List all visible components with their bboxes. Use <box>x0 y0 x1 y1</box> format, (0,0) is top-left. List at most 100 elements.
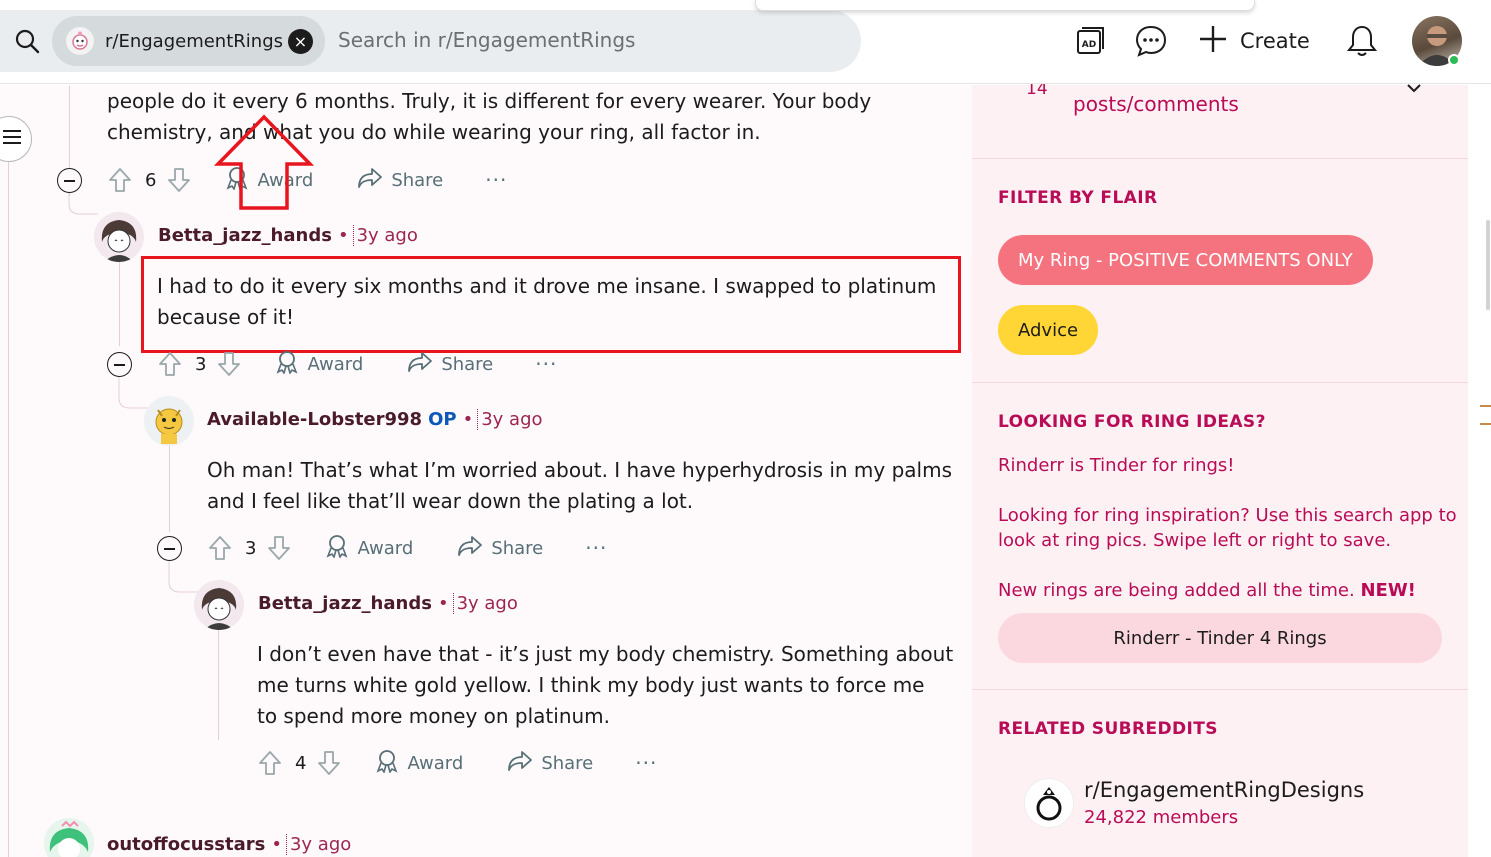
more-options-icon[interactable]: ··· <box>535 352 557 376</box>
new-badge: NEW! <box>1360 580 1416 601</box>
comment-text-line: I had to do it every six months and it d… <box>157 274 937 298</box>
separator-dot: • <box>462 409 474 430</box>
subreddit-search-chip[interactable]: r/EngagementRings × <box>52 16 325 66</box>
award-icon <box>325 534 349 563</box>
flair-label: My Ring - POSITIVE COMMENTS ONLY <box>1018 249 1353 271</box>
avatar[interactable] <box>194 580 244 630</box>
ring-icon[interactable] <box>1024 778 1074 828</box>
chip-close-icon[interactable]: × <box>288 29 313 54</box>
downvote-icon[interactable] <box>216 351 242 377</box>
thread-connector <box>168 560 198 593</box>
search-icon[interactable] <box>14 28 40 54</box>
timestamp[interactable]: 3y ago <box>285 834 351 855</box>
create-button[interactable]: Create <box>1198 22 1310 60</box>
link-text: New rings are being added all the time. <box>998 580 1355 601</box>
search-bar[interactable]: r/EngagementRings × Search in r/Engageme… <box>0 10 861 72</box>
avatar[interactable] <box>144 396 194 446</box>
downvote-icon[interactable] <box>266 535 292 561</box>
more-options-icon[interactable]: ··· <box>635 751 657 775</box>
downvote-icon[interactable] <box>166 167 192 193</box>
comment-body: I don’t even have that - it’s just my bo… <box>257 639 953 732</box>
related-subreddit-name[interactable]: r/EngagementRingDesigns <box>1084 778 1364 802</box>
share-icon <box>407 351 433 378</box>
advertise-icon[interactable]: AD <box>1073 24 1107 58</box>
edge-marker <box>1480 405 1491 425</box>
comment-meta: Available-Lobster998 OP • 3y ago <box>207 409 543 430</box>
page-scrollbar[interactable] <box>1468 85 1491 857</box>
thread-line <box>119 262 120 346</box>
search-input[interactable]: Search in r/EngagementRings <box>338 28 635 52</box>
scrollbar-thumb[interactable] <box>1486 220 1490 310</box>
collapse-thread-button[interactable] <box>157 536 182 561</box>
username[interactable]: Available-Lobster998 <box>207 409 422 430</box>
rinderr-button[interactable]: Rinderr - Tinder 4 Rings <box>998 613 1442 663</box>
collapse-thread-button[interactable] <box>107 352 132 377</box>
username[interactable]: Betta_jazz_hands <box>258 593 432 614</box>
comment-action-row: 3 Award Share ··· <box>207 533 607 563</box>
related-subreddit-members: 24,822 members <box>1084 807 1239 828</box>
thread-line <box>8 160 9 857</box>
upvote-icon[interactable] <box>257 750 283 776</box>
related-heading: RELATED SUBREDDITS <box>998 719 1218 739</box>
flair-positive-comments[interactable]: My Ring - POSITIVE COMMENTS ONLY <box>998 235 1373 285</box>
comment-action-row: 3 Award Share ··· <box>157 349 557 379</box>
thread-line <box>218 630 219 740</box>
more-options-icon[interactable]: ··· <box>485 168 507 192</box>
award-label: Award <box>407 752 464 774</box>
upvote-icon[interactable] <box>207 535 233 561</box>
timestamp[interactable]: 3y ago <box>352 225 418 246</box>
timestamp[interactable]: 3y ago <box>477 409 543 430</box>
separator-dot: • <box>271 834 282 855</box>
share-button[interactable]: Share <box>457 535 543 562</box>
timestamp[interactable]: 3y ago <box>452 593 518 614</box>
comment-text-line: I don’t even have that - it’s just my bo… <box>257 642 954 666</box>
menu-icon <box>3 129 21 149</box>
upvote-icon[interactable] <box>157 351 183 377</box>
ring-inspiration-link[interactable]: Looking for ring inspiration? Use this s… <box>998 503 1457 553</box>
chip-label: r/EngagementRings <box>105 30 283 52</box>
comment-text-line: me turns white gold yellow. I think my b… <box>257 673 925 697</box>
op-badge: OP <box>428 409 457 430</box>
svg-text:AD: AD <box>1082 40 1096 50</box>
comment-body: I had to do it every six months and it d… <box>157 271 936 333</box>
chat-icon[interactable] <box>1134 24 1168 58</box>
award-button[interactable]: Award <box>275 350 363 379</box>
top-label: posts/comments <box>1073 92 1239 116</box>
vote-count: 4 <box>295 752 307 774</box>
thread-connector <box>68 192 98 215</box>
filter-by-flair-section: FILTER BY FLAIR My Ring - POSITIVE COMME… <box>972 158 1468 382</box>
share-button[interactable]: Share <box>357 167 443 194</box>
award-button[interactable]: Award <box>325 534 413 563</box>
upvote-icon[interactable] <box>107 167 133 193</box>
comment-body: Oh man! That’s what I’m worried about. I… <box>207 455 952 517</box>
award-button[interactable]: Award <box>375 749 463 778</box>
award-icon <box>375 749 399 778</box>
share-button[interactable]: Share <box>507 750 593 777</box>
rinderr-link[interactable]: Rinderr is Tinder for rings! <box>998 453 1235 478</box>
comment-text-line: to spend more money on platinum. <box>257 704 611 728</box>
filter-heading: FILTER BY FLAIR <box>998 188 1158 208</box>
new-rings-link[interactable]: New rings are being added all the time. … <box>998 578 1416 603</box>
comment-meta: Betta_jazz_hands • 3y ago <box>158 225 418 246</box>
right-sidebar: 14 posts/comments FILTER BY FLAIR My Rin… <box>972 79 1468 857</box>
comment-text-line: and I feel like that’ll wear down the pl… <box>207 489 694 513</box>
notification-bell-icon[interactable] <box>1345 24 1379 58</box>
avatar[interactable] <box>94 212 144 262</box>
comment-meta: outoffocusstars • 3y ago <box>107 834 351 855</box>
flair-advice[interactable]: Advice <box>998 305 1099 355</box>
dropdown-edge <box>755 0 1255 11</box>
comment-text-line: because of it! <box>157 305 295 329</box>
vote-count: 3 <box>245 537 257 559</box>
more-options-icon[interactable]: ··· <box>585 536 607 560</box>
create-label: Create <box>1240 29 1310 53</box>
award-icon <box>275 350 299 379</box>
downvote-icon[interactable] <box>316 750 342 776</box>
collapse-thread-button[interactable] <box>57 168 82 193</box>
link-line: Looking for ring inspiration? Use this s… <box>998 505 1457 526</box>
share-button[interactable]: Share <box>407 351 493 378</box>
username[interactable]: outoffocusstars <box>107 834 265 855</box>
online-status-dot <box>1448 54 1460 66</box>
ideas-heading: LOOKING FOR RING IDEAS? <box>998 412 1266 432</box>
separator-dot: • <box>337 225 349 246</box>
username[interactable]: Betta_jazz_hands <box>158 225 332 246</box>
